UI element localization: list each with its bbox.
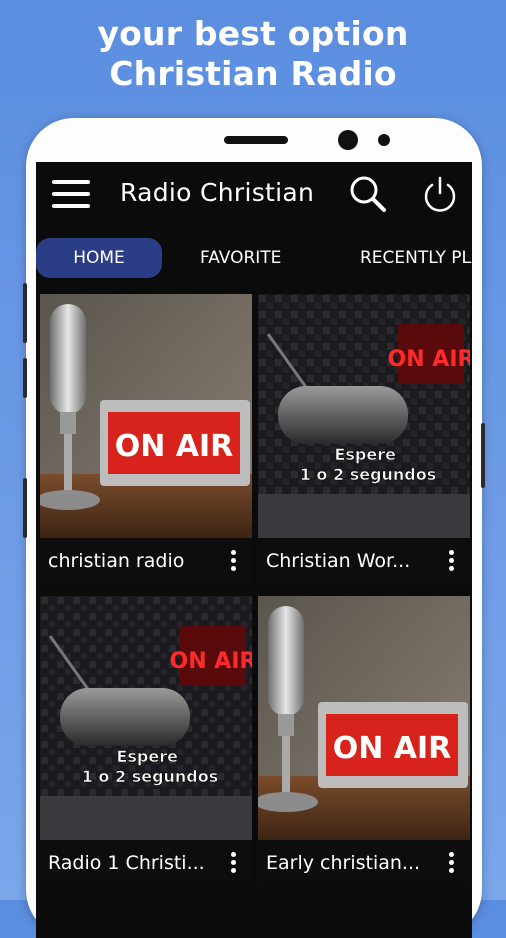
svg-text:ON AIR: ON AIR (333, 731, 452, 766)
phone-side-button (23, 283, 27, 343)
station-card[interactable]: ON AIR Espere 1 o 2 segundos Radio 1 Chr… (40, 596, 252, 886)
promo-headline: your best option Christian Radio (0, 14, 506, 94)
station-card[interactable]: ON AIR christian radio (40, 294, 252, 584)
station-card[interactable]: ON AIR Espere 1 o 2 segundos Christian W… (258, 294, 470, 584)
tab-bar: HOME FAVORITE RECENTLY PLAYED (36, 234, 472, 286)
phone-side-button (481, 423, 485, 488)
phone-side-button (23, 478, 27, 538)
phone-sensor (378, 134, 390, 146)
station-image: ON AIR (258, 596, 470, 840)
app-screen: Radio Christian HOME FAVORITE RECENTLY P… (36, 162, 472, 938)
svg-text:ON AIR: ON AIR (115, 429, 234, 464)
station-card[interactable]: ON AIR Early christian... (258, 596, 470, 886)
promo-line-1: your best option (97, 14, 409, 53)
station-image: ON AIR (40, 294, 252, 538)
station-caption: Christian Wor... (258, 538, 470, 584)
station-title: Radio 1 Christi... (48, 852, 205, 874)
station-title: christian radio (48, 550, 185, 572)
more-options-icon[interactable] (446, 850, 456, 876)
overlay-line-1: Espere (116, 747, 178, 766)
station-image: ON AIR Espere 1 o 2 segundos (258, 294, 470, 538)
power-icon[interactable] (420, 174, 460, 214)
promo-line-2: Christian Radio (109, 54, 397, 93)
app-bar: Radio Christian (36, 162, 472, 232)
phone-frame: Radio Christian HOME FAVORITE RECENTLY P… (23, 118, 485, 938)
station-title: Early christian... (266, 852, 421, 874)
overlay-line-2: 1 o 2 segundos (82, 767, 219, 786)
station-image: ON AIR Espere 1 o 2 segundos (40, 596, 252, 840)
overlay-line-1: Espere (334, 445, 396, 464)
on-air-badge: ON AIR (170, 649, 252, 674)
on-air-badge: ON AIR (388, 347, 470, 372)
more-options-icon[interactable] (228, 850, 238, 876)
app-title: Radio Christian (120, 178, 315, 207)
station-caption: Early christian... (258, 840, 470, 886)
menu-icon[interactable] (52, 180, 90, 208)
phone-camera (338, 130, 358, 150)
station-caption: Radio 1 Christi... (40, 840, 252, 886)
phone-speaker (224, 136, 288, 144)
tab-recently-played[interactable]: RECENTLY PLAYED (360, 238, 472, 278)
more-options-icon[interactable] (228, 548, 238, 574)
phone-side-button (23, 358, 27, 398)
search-icon[interactable] (348, 174, 388, 214)
station-title: Christian Wor... (266, 550, 411, 572)
overlay-line-2: 1 o 2 segundos (300, 465, 437, 484)
tab-home[interactable]: HOME (36, 238, 162, 278)
more-options-icon[interactable] (446, 548, 456, 574)
station-caption: christian radio (40, 538, 252, 584)
tab-favorite[interactable]: FAVORITE (200, 238, 281, 278)
